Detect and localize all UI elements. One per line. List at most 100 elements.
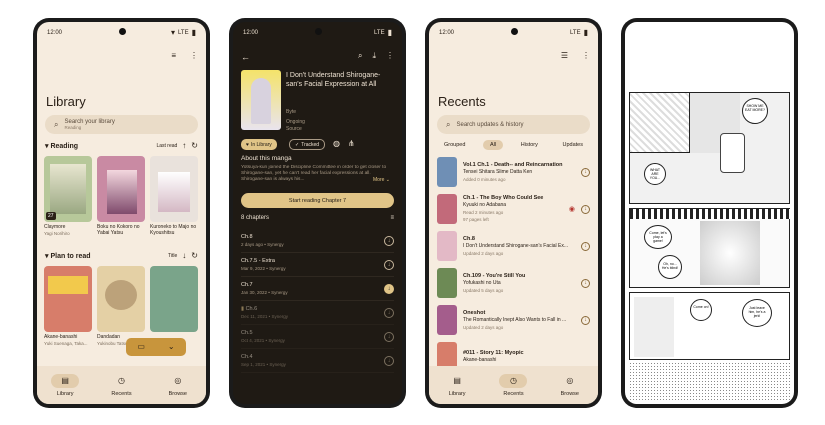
- chapter-row[interactable]: Ch.5 Oct 4, 2021 • Synergy ↓: [241, 325, 394, 349]
- start-reading-button[interactable]: Start reading Chapter 7: [241, 193, 394, 208]
- book-icon: ▭: [137, 342, 145, 351]
- speech-bubble: WHAT ARE YOU...: [644, 163, 666, 185]
- library-icon: ▤: [453, 376, 461, 385]
- manga-cover[interactable]: [97, 156, 145, 222]
- thumbnail: [437, 268, 457, 298]
- manga-title: Kuroneko to Majo no Kyoushitsu: [150, 224, 197, 236]
- search-input[interactable]: ⌕ Search your library Reading: [45, 115, 198, 134]
- back-arrow-icon[interactable]: ←: [241, 52, 250, 62]
- manga-cover[interactable]: 27: [44, 156, 92, 222]
- manga-source: Source: [286, 126, 302, 132]
- nav-library[interactable]: ▤ Library: [443, 374, 471, 397]
- in-library-chip[interactable]: ♥ In Library: [241, 139, 277, 150]
- manga-cover[interactable]: [150, 266, 198, 332]
- share-icon[interactable]: ⋔: [348, 139, 355, 148]
- status-time: 12:00: [47, 30, 63, 36]
- screentone: [629, 362, 790, 400]
- download-icon[interactable]: ↓: [581, 241, 590, 251]
- speech-bubble: Just leave him, he's a jerk!: [742, 299, 772, 327]
- tracked-chip[interactable]: ✓ Tracked: [289, 139, 326, 150]
- download-icon[interactable]: ↓: [384, 259, 394, 270]
- battery-icon: ▮: [583, 28, 588, 37]
- recents-screen: 12:00 LTE ▮ ☰ ⋮ Recents ⌕ Search updates …: [429, 22, 598, 404]
- battery-icon: ▮: [387, 28, 392, 37]
- search-input[interactable]: ⌕ Search updates & history: [437, 115, 590, 134]
- list-item[interactable]: Ch.109 - You're Still You Yofukashi no U…: [437, 266, 590, 300]
- more-vert-icon[interactable]: ⋮: [190, 52, 198, 60]
- compass-icon: ◎: [566, 376, 574, 385]
- manga-panel: Come, let's play a game! Oh, no... He's …: [629, 208, 791, 288]
- section-label: Reading: [50, 143, 79, 150]
- list-item[interactable]: Oneshot The Romantically Inept Also Want…: [437, 303, 590, 337]
- search-icon: ⌕: [54, 119, 59, 129]
- tab-grouped[interactable]: Grouped: [437, 140, 472, 150]
- chapter-row[interactable]: Ch.4 Sep 1, 2021 • Synergy ↓: [241, 349, 394, 373]
- about-text: Yotsuya-kun joined the Discipline Commit…: [241, 165, 387, 182]
- tab-history[interactable]: History: [514, 140, 545, 150]
- chapter-row[interactable]: Ch.8 2 days ago • Synergy ↓: [241, 229, 394, 253]
- tab-updates[interactable]: Updates: [555, 140, 590, 150]
- tune-icon[interactable]: ☰: [561, 52, 568, 60]
- manga-cover[interactable]: [150, 156, 198, 222]
- webview-icon[interactable]: ◍: [333, 139, 340, 148]
- sort-label[interactable]: Title: [168, 253, 177, 259]
- chapter-row[interactable]: Ch.7 Jan 30, 2022 • Synergy ↓: [241, 277, 394, 301]
- remove-eye-icon[interactable]: ◉: [569, 205, 575, 213]
- arrow-down-icon[interactable]: ↓: [182, 252, 186, 260]
- refresh-icon[interactable]: ↻: [191, 252, 198, 260]
- download-icon[interactable]: ↓: [384, 235, 394, 246]
- list-item[interactable]: Ch.8 I Don't Understand Shirogane-san's …: [437, 229, 590, 263]
- tab-all[interactable]: All: [483, 140, 504, 150]
- more-vert-icon[interactable]: ⋮: [386, 52, 394, 60]
- heart-icon: ♥: [246, 141, 249, 148]
- manga-title: Akane-banashi: [44, 334, 78, 340]
- chapter-row[interactable]: ▮ Ch.6 Dec 11, 2021 • Synergy ↓: [241, 301, 394, 325]
- arrow-up-icon[interactable]: ↑: [182, 142, 186, 150]
- more-link[interactable]: More ⌄: [373, 177, 390, 183]
- download-icon[interactable]: ↓: [581, 315, 590, 325]
- sort-label[interactable]: Last read: [156, 143, 177, 149]
- section-plan-to-read[interactable]: ▾ Plan to read Title ↓ ↻: [45, 252, 198, 261]
- reader-screen[interactable]: WHAT ARE YOU... SHOW ME EAT MORE? Come, …: [625, 22, 794, 404]
- library-screen: 12:00 ▾ LTE ▮ ≡ ⋮ Library ⌕ Search your …: [37, 22, 206, 404]
- download-icon[interactable]: ↓: [384, 307, 394, 318]
- filter-icon[interactable]: ≡: [390, 215, 394, 221]
- manga-cover[interactable]: [97, 266, 145, 332]
- download-icon[interactable]: ⤓: [372, 52, 376, 60]
- bottom-nav: ▤ Library ◷ Recents ◎ Browse: [37, 366, 206, 404]
- page-title: Library: [46, 94, 86, 109]
- check-icon: ✓: [295, 141, 300, 148]
- chevron-down-icon: ⌄: [167, 342, 175, 351]
- search-icon[interactable]: ⌕: [358, 52, 362, 60]
- thumbnail: [437, 194, 457, 224]
- nav-recents[interactable]: ◷ Recents: [499, 373, 528, 397]
- manga-cover[interactable]: [44, 266, 92, 332]
- library-icon: ▤: [51, 373, 80, 388]
- download-icon[interactable]: ↓: [384, 331, 394, 342]
- thumbnail: [437, 157, 457, 187]
- continue-reading-button[interactable]: ▭ ⌄: [126, 338, 186, 356]
- chapter-row[interactable]: Ch.7.5 - Extra Mar 9, 2022 • Synergy ↓: [241, 253, 394, 277]
- download-icon[interactable]: ↓: [384, 355, 394, 366]
- wifi-icon: ▾: [171, 28, 176, 37]
- filter-icon[interactable]: ≡: [171, 52, 176, 60]
- manga-author: Yuki Suenaga, Taka...: [44, 341, 88, 346]
- manga-status: Ongoing: [286, 119, 305, 125]
- nav-library[interactable]: ▤ Library: [51, 373, 80, 397]
- download-icon[interactable]: ↓: [581, 167, 590, 177]
- refresh-icon[interactable]: ↻: [191, 142, 198, 150]
- phone-detail: 12:00 LTE ▮ ← ⌕ ⤓ ⋮ I Don't Understand Sh…: [229, 18, 406, 408]
- download-icon[interactable]: ↓: [581, 204, 590, 214]
- download-icon[interactable]: ↓: [581, 278, 590, 288]
- nav-recents[interactable]: ◷ Recents: [107, 374, 135, 397]
- more-vert-icon[interactable]: ⋮: [582, 52, 590, 60]
- speech-bubble: Come, let's play a game!: [644, 225, 672, 249]
- list-item[interactable]: Ch.1 - The Boy Who Could See Kyuuki no A…: [437, 192, 590, 226]
- nav-browse[interactable]: ◎ Browse: [556, 374, 584, 397]
- downloaded-icon[interactable]: ↓: [384, 283, 394, 294]
- bottom-nav: ▤ Library ◷ Recents ◎ Browse: [429, 366, 598, 404]
- nav-browse[interactable]: ◎ Browse: [164, 374, 192, 397]
- section-reading[interactable]: ▾ Reading Last read ↑ ↻: [45, 142, 198, 151]
- detail-screen: 12:00 LTE ▮ ← ⌕ ⤓ ⋮ I Don't Understand Sh…: [233, 22, 402, 404]
- list-item[interactable]: Vol.1 Ch.1 - Death-- and Reincarnation T…: [437, 155, 590, 189]
